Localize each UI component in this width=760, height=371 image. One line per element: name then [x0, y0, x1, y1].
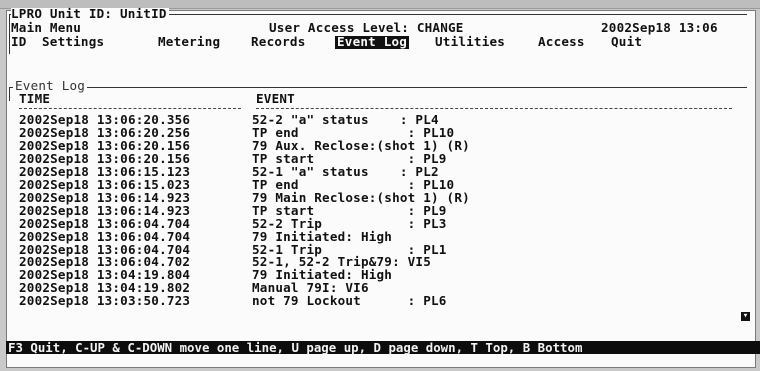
- event-log-frame-left: [9, 87, 10, 101]
- terminal-screen: LPRO Unit ID: UnitID Main Menu User Acce…: [6, 6, 756, 368]
- header-frame-left: [9, 14, 10, 54]
- event-log-frame-top: [9, 87, 747, 88]
- menu-item-records[interactable]: Records: [251, 35, 305, 49]
- user-access-level: User Access Level: CHANGE: [269, 20, 464, 35]
- menu-item-event-log[interactable]: Event Log: [335, 35, 410, 49]
- event-log-row: 2002Sep18 13:03:50.723 not 79 Lockout : P…: [19, 293, 447, 309]
- time-header-underline: [19, 108, 241, 109]
- menu-item-settings[interactable]: Settings: [42, 35, 104, 49]
- current-datetime: 2002Sep18 13:06: [601, 20, 718, 35]
- unit-title: LPRO Unit ID: UnitID: [11, 6, 169, 21]
- event-description: not 79 Lockout : PL6: [252, 293, 447, 309]
- menu-item-utilities[interactable]: Utilities: [435, 35, 505, 49]
- status-bar-help: F3 Quit, C-UP & C-DOWN move one line, U …: [6, 341, 760, 354]
- column-header-event: EVENT: [256, 91, 295, 106]
- menu-item-id[interactable]: ID: [11, 35, 27, 49]
- event-header-underline: [256, 108, 732, 109]
- menu-item-quit[interactable]: Quit: [611, 35, 642, 49]
- menu-item-metering[interactable]: Metering: [158, 35, 220, 49]
- scroll-down-icon[interactable]: ▾: [741, 312, 750, 321]
- menu-item-access[interactable]: Access: [538, 35, 585, 49]
- main-menu-label: Main Menu: [11, 20, 82, 35]
- column-header-time: TIME: [19, 91, 51, 106]
- event-time: 2002Sep18 13:03:50.723: [19, 293, 191, 309]
